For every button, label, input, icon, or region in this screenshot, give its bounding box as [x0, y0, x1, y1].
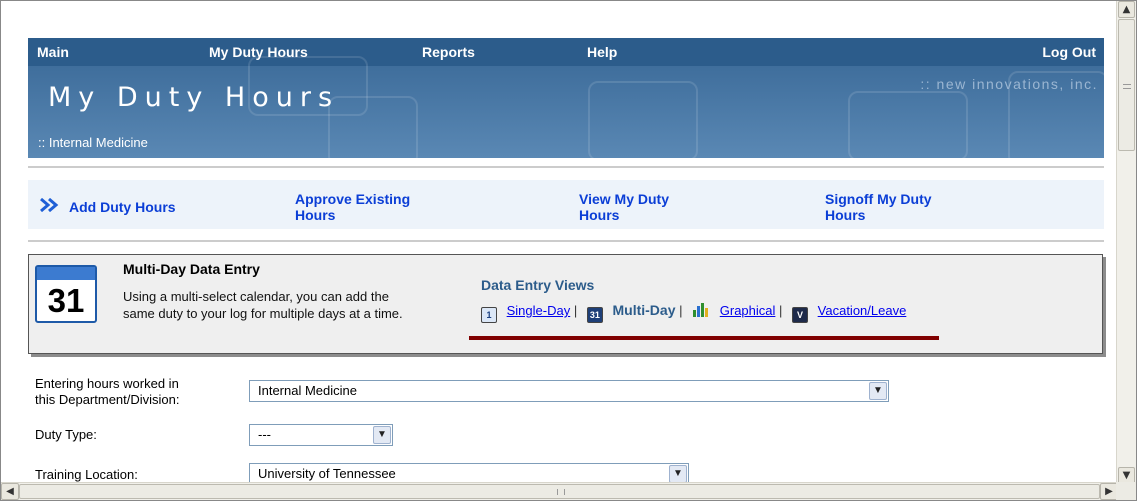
duty-type-select[interactable]: --- ▼: [249, 424, 393, 446]
bar-chart-icon: [693, 303, 709, 317]
data-entry-views-label: Data Entry Views: [481, 277, 595, 293]
scroll-up-icon[interactable]: ▲: [1118, 1, 1135, 18]
nav-main[interactable]: Main: [37, 44, 69, 60]
scroll-left-icon[interactable]: ◀: [1, 483, 19, 500]
approve-label-line1: Approve Existing: [295, 191, 411, 207]
horizontal-scroll-thumb[interactable]: [19, 484, 1100, 499]
divider: [28, 166, 1104, 168]
top-nav: Main My Duty Hours Reports Help Log Out: [28, 38, 1104, 66]
chevron-down-icon[interactable]: ▼: [869, 382, 887, 400]
banner-decoration: [328, 96, 418, 158]
data-entry-views: 1 Single-Day | 31 Multi-Day | Graphical …: [481, 302, 906, 323]
signoff-label-line1: Signoff My Duty: [825, 191, 932, 207]
add-duty-hours-link[interactable]: Add Duty Hours: [69, 199, 176, 215]
training-location-label: Training Location:: [35, 467, 138, 482]
single-day-icon: 1: [481, 307, 497, 323]
view-my-duty-hours-link[interactable]: View My Duty Hours: [579, 191, 669, 223]
panel-title: Multi-Day Data Entry: [123, 261, 260, 277]
grip-icon: [557, 489, 565, 495]
accent-underline: [469, 336, 939, 340]
view-label-line2: Hours: [579, 207, 620, 223]
department-subtitle: :: Internal Medicine: [38, 135, 148, 150]
training-location-select-value: University of Tennessee: [258, 466, 396, 481]
vertical-scroll-thumb[interactable]: [1118, 19, 1135, 151]
approve-existing-hours-link[interactable]: Approve Existing Hours: [295, 191, 410, 223]
double-chevron-right-icon: [40, 198, 59, 212]
department-field-label: Entering hours worked in this Department…: [35, 376, 180, 408]
multi-day-current: Multi-Day: [612, 302, 676, 318]
panel-description: Using a multi-select calendar, you can a…: [123, 289, 403, 321]
chevron-down-icon[interactable]: ▼: [669, 465, 687, 483]
banner-decoration: [588, 81, 698, 158]
vacation-icon: V: [792, 307, 809, 323]
calendar-number: 31: [47, 282, 85, 319]
department-label-line2: this Department/Division:: [35, 392, 180, 407]
view-label-line1: View My Duty: [579, 191, 669, 207]
scrollbar-corner: [1116, 482, 1136, 500]
page-header: Main My Duty Hours Reports Help Log Out …: [28, 38, 1104, 158]
department-select[interactable]: Internal Medicine ▼: [249, 380, 889, 402]
multi-day-info-panel: 31 Multi-Day Data Entry Using a multi-se…: [28, 254, 1103, 354]
browser-viewport: Main My Duty Hours Reports Help Log Out …: [0, 0, 1137, 501]
signoff-my-duty-hours-link[interactable]: Signoff My Duty Hours: [825, 191, 932, 223]
company-name: :: new innovations, inc.: [920, 76, 1098, 92]
page-title: My Duty Hours: [48, 82, 340, 113]
nav-help[interactable]: Help: [587, 44, 617, 60]
action-bar: Add Duty Hours Approve Existing Hours Vi…: [28, 180, 1104, 229]
divider: [28, 240, 1104, 242]
department-select-value: Internal Medicine: [258, 383, 357, 398]
signoff-label-line2: Hours: [825, 207, 866, 223]
chevron-down-icon[interactable]: ▼: [373, 426, 391, 444]
multi-day-icon: 31: [586, 307, 603, 323]
vertical-scrollbar[interactable]: ▲ ▼: [1116, 1, 1136, 484]
separator: |: [573, 303, 578, 318]
nav-logout[interactable]: Log Out: [1042, 44, 1096, 60]
calendar-icon: 31: [35, 265, 97, 323]
duty-type-label: Duty Type:: [35, 427, 97, 442]
separator: |: [779, 303, 783, 318]
nav-reports[interactable]: Reports: [422, 44, 475, 60]
vacation-leave-link[interactable]: Vacation/Leave: [818, 303, 907, 318]
single-day-link[interactable]: Single-Day: [507, 303, 571, 318]
banner-decoration: [848, 91, 968, 158]
calendar-header: [37, 267, 95, 280]
graphical-link[interactable]: Graphical: [720, 303, 776, 318]
department-label-line1: Entering hours worked in: [35, 376, 179, 391]
banner: My Duty Hours :: Internal Medicine :: ne…: [28, 56, 1104, 158]
duty-type-select-value: ---: [258, 427, 271, 442]
horizontal-scrollbar[interactable]: ◀ ▶: [1, 482, 1118, 500]
separator: |: [679, 303, 683, 318]
approve-label-line2: Hours: [295, 207, 336, 223]
grip-icon: [1123, 84, 1131, 89]
